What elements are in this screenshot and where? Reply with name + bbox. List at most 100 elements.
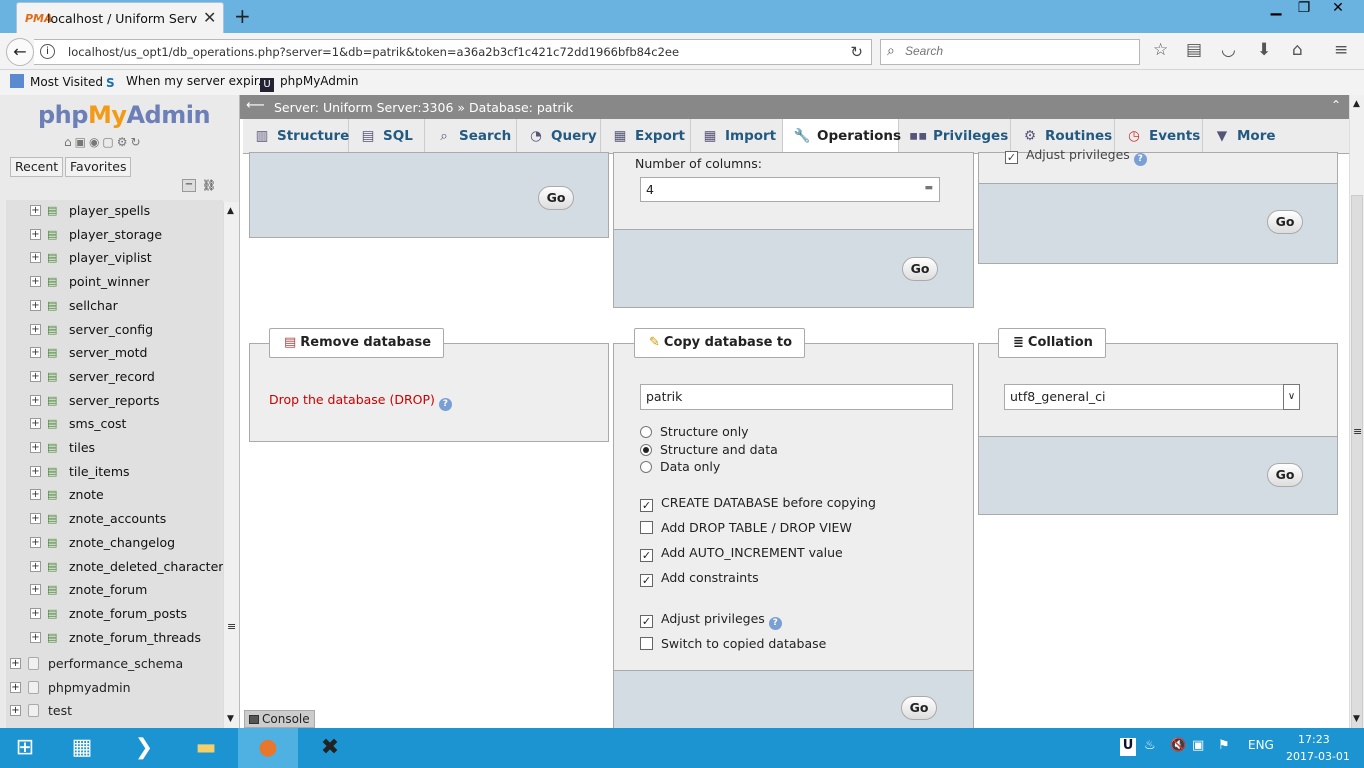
table-item[interactable]: + ▤ tiles <box>6 437 223 459</box>
expand-icon[interactable]: + <box>30 513 41 525</box>
console-button[interactable]: Console <box>244 710 315 728</box>
expand-icon[interactable]: + <box>30 347 41 359</box>
clock-time[interactable]: 17:23 <box>1298 733 1330 746</box>
table-item[interactable]: + ▤ player_spells <box>6 200 223 222</box>
close-window-button[interactable]: ✕ <box>1324 0 1352 20</box>
tab-export[interactable]: ▦ Export <box>601 119 691 154</box>
firefox-icon[interactable]: ● <box>238 728 298 768</box>
copy-option-checkbox[interactable]: ✓ CREATE DATABASE before copying <box>640 495 876 512</box>
server-manager-icon[interactable]: ▦ <box>52 728 112 768</box>
table-item[interactable]: + ▤ znote_changelog <box>6 532 223 554</box>
search-box[interactable]: ⌕ <box>880 39 1140 65</box>
collation-select[interactable]: utf8_general_ci ∨ <box>1004 384 1300 410</box>
table-item[interactable]: + ▤ znote_deleted_characters <box>6 556 230 578</box>
collapse-sidebar-icon[interactable]: ⟵ <box>246 98 265 113</box>
table-item[interactable]: + ▤ tile_items <box>6 461 223 483</box>
database-item[interactable]: + phpmyadmin <box>0 677 230 699</box>
tab-import[interactable]: ▦ Import <box>691 119 783 154</box>
table-item[interactable]: + ▤ znote_forum_posts <box>6 603 223 625</box>
new-tab-button[interactable]: + <box>234 4 251 28</box>
expand-icon[interactable]: + <box>30 276 41 288</box>
pocket-icon[interactable]: ◡ <box>1221 40 1236 60</box>
expand-icon[interactable]: + <box>30 536 41 548</box>
go-button[interactable]: Go <box>1267 463 1303 487</box>
expand-icon[interactable]: + <box>10 681 21 693</box>
expand-icon[interactable]: + <box>30 228 41 240</box>
database-item[interactable]: + test <box>0 700 230 722</box>
table-item[interactable]: + ▤ server_record <box>6 366 223 388</box>
copy-option-checkbox[interactable]: Switch to copied database <box>640 636 826 651</box>
expand-icon[interactable]: + <box>30 489 41 501</box>
expand-icon[interactable]: + <box>30 631 41 643</box>
table-item[interactable]: + ▤ znote_forum_threads <box>6 627 223 649</box>
clock-date[interactable]: 2017-03-01 <box>1286 750 1350 763</box>
volume-icon[interactable]: 🔇 <box>1170 738 1186 753</box>
columns-input[interactable]: 4 ▬ <box>640 177 940 202</box>
copy-option-checkbox[interactable]: Add DROP TABLE / DROP VIEW <box>640 520 852 535</box>
bookmark-star-icon[interactable]: ☆ <box>1153 40 1168 60</box>
browser-tab[interactable]: PMA localhost / Uniform Server... ✕ <box>16 2 224 33</box>
table-item[interactable]: + ▤ sms_cost <box>6 413 223 435</box>
expand-icon[interactable]: + <box>10 658 21 669</box>
file-explorer-icon[interactable]: ▬ <box>176 728 236 768</box>
table-item[interactable]: + ▤ sellchar <box>6 295 223 317</box>
database-item[interactable]: + performance_schema <box>0 653 230 675</box>
table-item[interactable]: + ▤ server_config <box>6 319 223 341</box>
go-button[interactable]: Go <box>902 257 938 281</box>
table-item[interactable]: + ▤ player_storage <box>6 224 223 246</box>
tab-query[interactable]: ◔ Query <box>517 119 601 154</box>
tray-icon-1[interactable]: ♨ <box>1144 738 1156 753</box>
bookmark-phpmyadmin[interactable]: UphpMyAdmin <box>260 74 359 92</box>
copy-option-checkbox[interactable]: ✓ Add AUTO_INCREMENT value <box>640 545 843 562</box>
expand-icon[interactable]: + <box>30 323 41 335</box>
expand-icon[interactable]: + <box>30 560 41 572</box>
expand-icon[interactable]: + <box>30 299 41 311</box>
go-button[interactable]: Go <box>538 186 574 210</box>
uniform-server-icon[interactable]: U <box>1120 738 1136 756</box>
language-indicator[interactable]: ENG <box>1248 738 1274 752</box>
tab-sql[interactable]: ▤ SQL <box>349 119 425 154</box>
search-input[interactable] <box>905 44 1125 58</box>
copy-option-checkbox[interactable]: ✓ Adjust privileges ? <box>640 611 782 630</box>
phpmyadmin-logo[interactable]: phpMyAdmin <box>38 101 211 129</box>
download-icon[interactable]: ⬇ <box>1257 40 1271 60</box>
network-icon[interactable]: ▣ <box>1192 738 1204 753</box>
go-button[interactable]: Go <box>1267 210 1303 234</box>
table-item[interactable]: + ▤ server_motd <box>6 342 223 364</box>
adjust-privileges-partial[interactable]: ✓ Adjust privileges ? <box>1005 147 1147 166</box>
drop-database-link[interactable]: Drop the database (DROP) ? <box>269 392 452 411</box>
table-item[interactable]: + ▤ znote_accounts <box>6 508 223 530</box>
favorites-button[interactable]: Favorites <box>65 157 132 177</box>
url-bar[interactable]: i localhost/us_opt1/db_operations.php?se… <box>34 39 872 65</box>
home-icon[interactable]: ⌂ <box>1292 40 1303 60</box>
copy-mode-radio[interactable]: Structure only <box>640 424 749 439</box>
copy-db-name-input[interactable]: patrik <box>640 384 953 410</box>
copy-option-checkbox[interactable]: ✓ Add constraints <box>640 570 759 587</box>
restore-button[interactable]: ❐ <box>1290 0 1318 20</box>
pma-toolbar-icons[interactable]: ⌂▣◉▢⚙↻ <box>64 135 144 149</box>
tab-structure[interactable]: ▥ Structure <box>243 119 349 154</box>
close-tab-icon[interactable]: ✕ <box>203 8 216 27</box>
copy-mode-radio[interactable]: Data only <box>640 459 720 474</box>
tab-privileges[interactable]: ▪▪ Privileges <box>899 119 1011 154</box>
expand-icon[interactable]: + <box>30 442 41 453</box>
collapse-all-icon[interactable]: − <box>182 179 196 192</box>
reader-view-icon[interactable]: ▤ <box>1186 40 1202 60</box>
powershell-icon[interactable]: ❯ <box>114 728 174 768</box>
link-icon[interactable]: ⛓ <box>202 179 216 192</box>
recent-button[interactable]: Recent <box>10 157 64 177</box>
expand-icon[interactable]: + <box>30 370 41 382</box>
table-item[interactable]: + ▤ player_viplist <box>6 247 223 269</box>
expand-icon[interactable]: + <box>30 394 41 406</box>
minimize-button[interactable]: ▁ <box>1262 0 1290 20</box>
tab-operations[interactable]: 🔧 Operations <box>783 119 901 154</box>
main-scrollbar[interactable]: ▲ ≡ ▼ <box>1349 95 1364 755</box>
collapse-topbar-icon[interactable]: ⌃ <box>1331 98 1341 112</box>
copy-mode-radio[interactable]: Structure and data <box>640 442 778 457</box>
bookmark-most-visited[interactable]: Most Visited <box>10 74 103 89</box>
tab-search[interactable]: ⌕ Search <box>425 119 517 154</box>
expand-icon[interactable]: + <box>30 584 41 596</box>
windows-start-icon[interactable]: ⊞ <box>0 728 50 768</box>
expand-icon[interactable]: + <box>30 418 41 430</box>
sidebar-scrollbar[interactable]: ▲ ≡ ▼ <box>223 202 239 728</box>
